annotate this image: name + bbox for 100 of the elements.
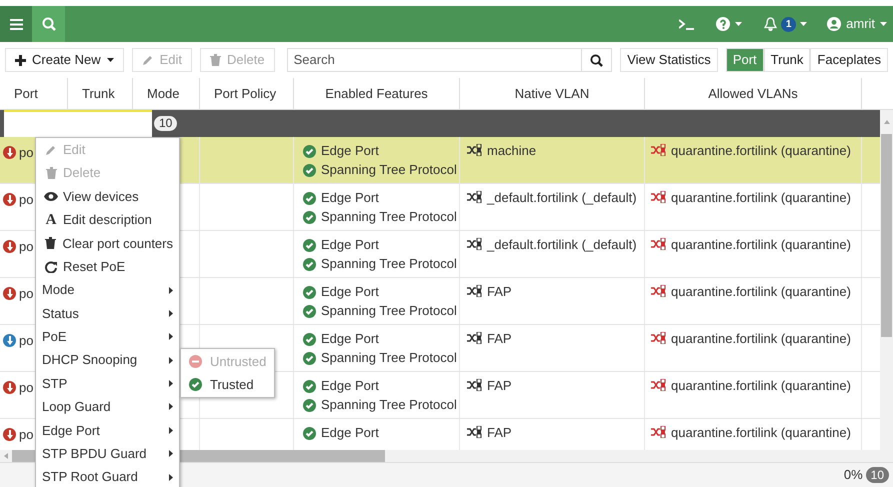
view-tab[interactable]: Faceplates bbox=[810, 48, 888, 72]
check-circle-icon bbox=[303, 426, 316, 440]
menu-icon bbox=[10, 18, 22, 30]
user-menu-button[interactable]: amrit bbox=[827, 14, 887, 34]
view-tab[interactable]: Trunk bbox=[764, 48, 810, 72]
menu-item[interactable]: PoE bbox=[36, 325, 179, 349]
terminal-icon bbox=[679, 18, 694, 30]
table-cell: quarantine.fortilink (quarantine) bbox=[671, 144, 851, 158]
user-icon bbox=[827, 17, 842, 31]
minus-circle-icon bbox=[189, 354, 202, 368]
create-new-button[interactable]: Create New bbox=[5, 48, 124, 72]
network-icon bbox=[467, 332, 482, 344]
search-field[interactable]: Search bbox=[286, 48, 582, 72]
table-cell: po bbox=[19, 193, 34, 207]
network-icon bbox=[651, 285, 666, 297]
menu-item[interactable]: DHCP Snooping bbox=[36, 348, 179, 372]
check-circle-icon bbox=[303, 398, 316, 412]
trash-icon bbox=[45, 237, 56, 250]
plus-icon bbox=[15, 54, 26, 66]
table-cell: FAP bbox=[487, 285, 512, 299]
terminal-button[interactable] bbox=[679, 18, 694, 30]
table-cell: FAP bbox=[487, 379, 512, 393]
menu-item[interactable]: STP Root Guard bbox=[36, 465, 179, 487]
submenu-arrow-icon bbox=[169, 380, 173, 388]
letter-icon: A bbox=[44, 212, 58, 227]
menu-button[interactable] bbox=[0, 6, 32, 42]
menu-item[interactable]: Trusted bbox=[181, 373, 274, 396]
check-circle-icon bbox=[303, 258, 316, 270]
check-circle-icon bbox=[189, 378, 202, 392]
network-icon bbox=[651, 238, 666, 250]
table-cell: quarantine.fortilink (quarantine) bbox=[671, 426, 851, 440]
submenu-arrow-icon bbox=[169, 310, 173, 317]
feature-label: Edge Port bbox=[321, 190, 379, 206]
caret-icon bbox=[106, 58, 114, 62]
view-tab[interactable]: Port bbox=[726, 48, 764, 72]
port-status-icon bbox=[3, 428, 16, 441]
menu-item[interactable]: Loop Guard bbox=[36, 395, 179, 419]
check-circle-icon bbox=[303, 380, 316, 392]
caret-icon bbox=[880, 22, 887, 26]
column-header[interactable]: Mode bbox=[133, 78, 200, 109]
table-cell: po bbox=[19, 334, 34, 348]
trash-icon bbox=[210, 54, 222, 66]
menu-item[interactable]: Edge Port bbox=[36, 418, 179, 442]
column-header[interactable]: Port Policy bbox=[200, 78, 294, 109]
refresh-icon bbox=[45, 260, 57, 273]
feature-label: Edge Port bbox=[321, 331, 379, 347]
check-circle-icon bbox=[303, 144, 316, 158]
port-status-icon bbox=[3, 146, 16, 159]
trash-icon bbox=[46, 167, 56, 180]
caret-icon bbox=[800, 22, 808, 26]
vertical-scrollbar[interactable] bbox=[880, 110, 893, 462]
column-header[interactable]: Allowed VLANs bbox=[645, 78, 862, 109]
column-header[interactable]: Native VLAN bbox=[460, 78, 645, 109]
submenu-arrow-icon bbox=[169, 450, 173, 458]
caret-icon bbox=[735, 22, 742, 26]
table-cell: _default.fortilink (_default) bbox=[487, 238, 637, 252]
submenu-arrow-icon bbox=[169, 403, 173, 410]
port-status-icon bbox=[3, 287, 16, 300]
feature-label: Spanning Tree Protocol bbox=[321, 397, 457, 413]
search-icon bbox=[590, 54, 604, 66]
search-submit-button[interactable] bbox=[582, 48, 612, 72]
network-icon bbox=[651, 426, 666, 438]
table-cell: FAP bbox=[487, 332, 512, 346]
menu-item[interactable]: Mode bbox=[36, 278, 179, 302]
column-header[interactable]: Enabled Features bbox=[294, 78, 460, 109]
menu-item[interactable]: A Edit description bbox=[36, 208, 179, 232]
table-cell: machine bbox=[487, 144, 536, 158]
menu-item[interactable]: Clear port counters bbox=[36, 232, 179, 255]
menu-item[interactable]: STP bbox=[36, 372, 179, 396]
search-button[interactable] bbox=[32, 6, 65, 42]
table-cell: quarantine.fortilink (quarantine) bbox=[671, 379, 851, 393]
view-statistics-button[interactable]: View Statistics bbox=[620, 48, 718, 72]
submenu-arrow-icon bbox=[169, 356, 173, 364]
feature-label: Edge Port bbox=[321, 425, 379, 441]
notification-badge: 1 bbox=[781, 16, 796, 32]
submenu-arrow-icon bbox=[169, 333, 173, 340]
check-circle-icon bbox=[303, 192, 316, 204]
check-circle-icon bbox=[303, 210, 316, 224]
search-icon bbox=[42, 17, 56, 31]
table-cell: quarantine.fortilink (quarantine) bbox=[671, 285, 851, 299]
network-icon bbox=[467, 238, 482, 250]
table-cell: quarantine.fortilink (quarantine) bbox=[671, 332, 851, 346]
pencil-icon bbox=[142, 54, 154, 66]
bell-icon bbox=[764, 17, 778, 31]
group-name-field[interactable] bbox=[4, 110, 152, 137]
notifications-button[interactable]: 1 bbox=[764, 16, 808, 32]
submenu-arrow-icon bbox=[169, 474, 173, 481]
network-icon bbox=[467, 379, 482, 391]
menu-item[interactable]: View devices bbox=[36, 184, 179, 208]
help-button[interactable] bbox=[716, 17, 742, 31]
table-cell: quarantine.fortilink (quarantine) bbox=[671, 191, 851, 205]
feature-label: Spanning Tree Protocol bbox=[321, 256, 457, 272]
menu-item[interactable]: STP BPDU Guard bbox=[36, 442, 179, 466]
column-header[interactable]: Port bbox=[0, 78, 68, 109]
feature-label: Spanning Tree Protocol bbox=[321, 303, 457, 319]
column-header[interactable]: Trunk bbox=[68, 78, 133, 109]
feature-label: Spanning Tree Protocol bbox=[321, 350, 457, 366]
table-cell: po bbox=[19, 381, 34, 395]
menu-item[interactable]: Reset PoE bbox=[36, 254, 179, 278]
menu-item[interactable]: Status bbox=[36, 302, 179, 326]
